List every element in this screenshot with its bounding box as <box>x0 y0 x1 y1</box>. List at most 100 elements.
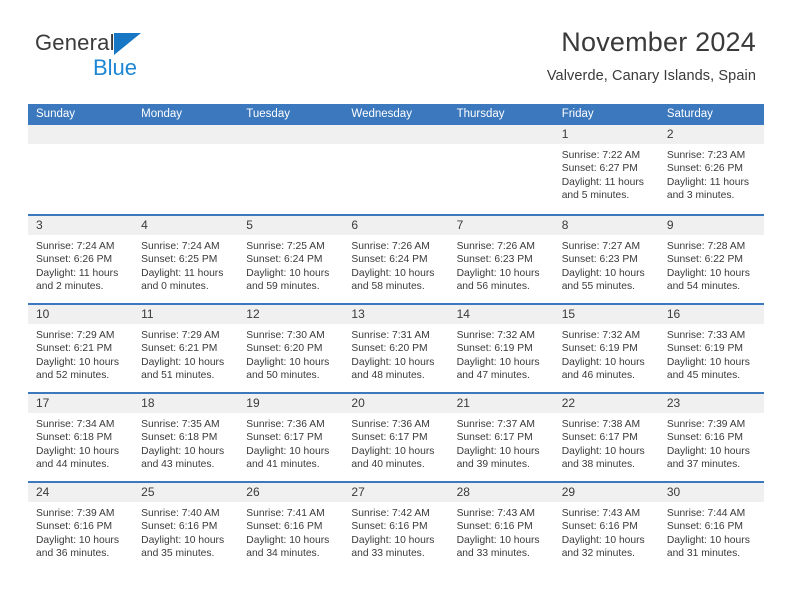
sunset-text: Sunset: 6:20 PM <box>351 343 428 355</box>
daylight-text: Daylight: 10 hours and 47 minutes. <box>456 356 540 382</box>
calendar-week-row: 3 Sunrise: 7:24 AM Sunset: 6:26 PM Daylight… <box>28 214 764 303</box>
calendar-day-cell[interactable]: 22 Sunrise: 7:38 AM Sunset: 6:17 PM Dayligh… <box>553 394 659 481</box>
sunset-text: Sunset: 6:26 PM <box>36 254 113 266</box>
calendar-day-cell[interactable]: 9 Sunrise: 7:28 AM Sunset: 6:22 PM Daylight… <box>658 216 764 303</box>
calendar-day-cell[interactable]: 23 Sunrise: 7:39 AM Sunset: 6:16 PM Dayligh… <box>658 394 764 481</box>
sunrise-text: Sunrise: 7:32 AM <box>456 330 535 341</box>
sunset-text: Sunset: 6:17 PM <box>561 432 638 444</box>
calendar-day-cell[interactable]: 19 Sunrise: 7:36 AM Sunset: 6:17 PM Dayligh… <box>238 394 344 481</box>
day-number: 20 <box>343 394 449 413</box>
day-details: Sunrise: 7:29 AM Sunset: 6:21 PM Daylight:… <box>133 324 238 383</box>
calendar-day-cell[interactable]: 11 Sunrise: 7:29 AM Sunset: 6:21 PM Dayligh… <box>133 305 239 392</box>
sunrise-text: Sunrise: 7:42 AM <box>351 508 430 519</box>
calendar-day-cell-empty <box>28 125 134 214</box>
calendar-day-cell[interactable]: 16 Sunrise: 7:33 AM Sunset: 6:19 PM Dayligh… <box>658 305 764 392</box>
day-number: 19 <box>238 394 344 413</box>
calendar-grid: Sunday Monday Tuesday Wednesday Thursday… <box>28 104 764 570</box>
daylight-text: Daylight: 10 hours and 39 minutes. <box>456 445 540 471</box>
calendar-day-cell[interactable]: 24 Sunrise: 7:39 AM Sunset: 6:16 PM Dayligh… <box>28 483 134 570</box>
calendar-day-cell[interactable]: 3 Sunrise: 7:24 AM Sunset: 6:26 PM Daylight… <box>28 216 134 303</box>
sunrise-text: Sunrise: 7:36 AM <box>246 419 325 430</box>
sunrise-text: Sunrise: 7:24 AM <box>36 241 115 252</box>
day-details: Sunrise: 7:22 AM Sunset: 6:27 PM Daylight:… <box>554 144 659 203</box>
calendar-day-cell[interactable]: 4 Sunrise: 7:24 AM Sunset: 6:25 PM Daylight… <box>133 216 239 303</box>
calendar-day-cell[interactable]: 20 Sunrise: 7:36 AM Sunset: 6:17 PM Dayligh… <box>343 394 449 481</box>
daylight-text: Daylight: 10 hours and 50 minutes. <box>246 356 330 382</box>
calendar-day-cell[interactable]: 30 Sunrise: 7:44 AM Sunset: 6:16 PM Dayligh… <box>658 483 764 570</box>
calendar-week-row: 24 Sunrise: 7:39 AM Sunset: 6:16 PM Dayligh… <box>28 481 764 570</box>
sunrise-text: Sunrise: 7:41 AM <box>246 508 325 519</box>
daylight-text: Daylight: 10 hours and 44 minutes. <box>36 445 119 471</box>
day-details: Sunrise: 7:24 AM Sunset: 6:25 PM Daylight:… <box>133 235 238 294</box>
sunrise-text: Sunrise: 7:26 AM <box>456 241 535 252</box>
weekday-header-friday: Friday <box>561 108 594 120</box>
daylight-text: Daylight: 10 hours and 59 minutes. <box>246 267 330 293</box>
sunrise-text: Sunrise: 7:37 AM <box>456 419 535 430</box>
day-number: 30 <box>658 483 764 502</box>
sunset-text: Sunset: 6:16 PM <box>666 432 743 444</box>
sunset-text: Sunset: 6:18 PM <box>141 432 218 444</box>
weekday-header-monday: Monday <box>141 108 183 120</box>
day-number: 21 <box>448 394 554 413</box>
day-details: Sunrise: 7:37 AM Sunset: 6:17 PM Daylight:… <box>449 413 554 472</box>
daylight-text: Daylight: 10 hours and 56 minutes. <box>456 267 540 293</box>
title-block: November 2024 Valverde, Canary Islands, … <box>547 26 756 84</box>
day-number: 9 <box>658 216 764 235</box>
daylight-text: Daylight: 10 hours and 54 minutes. <box>666 267 750 293</box>
calendar-day-cell[interactable]: 26 Sunrise: 7:41 AM Sunset: 6:16 PM Dayligh… <box>238 483 344 570</box>
sunrise-text: Sunrise: 7:23 AM <box>666 150 746 161</box>
calendar-day-cell[interactable]: 1 Sunrise: 7:22 AM Sunset: 6:27 PM Daylight… <box>553 125 659 214</box>
sunset-text: Sunset: 6:17 PM <box>246 432 323 444</box>
daylight-text: Daylight: 10 hours and 36 minutes. <box>36 534 119 560</box>
day-number: 16 <box>658 305 764 324</box>
day-number <box>343 125 449 144</box>
sunset-text: Sunset: 6:16 PM <box>351 521 428 533</box>
calendar-day-cell[interactable]: 25 Sunrise: 7:40 AM Sunset: 6:16 PM Dayligh… <box>133 483 239 570</box>
sunrise-text: Sunrise: 7:43 AM <box>456 508 535 519</box>
calendar-day-cell[interactable]: 5 Sunrise: 7:25 AM Sunset: 6:24 PM Daylight… <box>238 216 344 303</box>
calendar-day-cell[interactable]: 7 Sunrise: 7:26 AM Sunset: 6:23 PM Daylight… <box>448 216 554 303</box>
calendar-day-cell[interactable]: 14 Sunrise: 7:32 AM Sunset: 6:19 PM Dayligh… <box>448 305 554 392</box>
calendar-day-cell[interactable]: 2 Sunrise: 7:23 AM Sunset: 6:26 PM Daylight… <box>658 125 764 214</box>
day-details: Sunrise: 7:39 AM Sunset: 6:16 PM Daylight:… <box>28 502 133 561</box>
sunrise-text: Sunrise: 7:35 AM <box>141 419 220 430</box>
calendar-day-cell[interactable]: 15 Sunrise: 7:32 AM Sunset: 6:19 PM Dayligh… <box>553 305 659 392</box>
sunset-text: Sunset: 6:19 PM <box>456 343 533 355</box>
sunrise-text: Sunrise: 7:34 AM <box>36 419 115 430</box>
day-details: Sunrise: 7:36 AM Sunset: 6:17 PM Daylight:… <box>238 413 343 472</box>
calendar-day-cell[interactable]: 29 Sunrise: 7:43 AM Sunset: 6:16 PM Dayligh… <box>553 483 659 570</box>
calendar-day-cell[interactable]: 17 Sunrise: 7:34 AM Sunset: 6:18 PM Dayligh… <box>28 394 134 481</box>
calendar-day-cell[interactable]: 8 Sunrise: 7:27 AM Sunset: 6:23 PM Daylight… <box>553 216 659 303</box>
weekday-header-tuesday: Tuesday <box>246 108 290 120</box>
daylight-text: Daylight: 10 hours and 32 minutes. <box>561 534 645 560</box>
calendar-day-cell[interactable]: 18 Sunrise: 7:35 AM Sunset: 6:18 PM Dayligh… <box>133 394 239 481</box>
day-details: Sunrise: 7:26 AM Sunset: 6:24 PM Daylight:… <box>343 235 448 294</box>
generalblue-logo[interactable]: General Blue <box>35 32 235 84</box>
daylight-text: Daylight: 10 hours and 52 minutes. <box>36 356 119 382</box>
calendar-week-row: 10 Sunrise: 7:29 AM Sunset: 6:21 PM Dayligh… <box>28 303 764 392</box>
weekday-header-thursday: Thursday <box>456 108 505 120</box>
sunrise-text: Sunrise: 7:24 AM <box>141 241 220 252</box>
daylight-text: Daylight: 10 hours and 33 minutes. <box>456 534 540 560</box>
calendar-day-cell[interactable]: 12 Sunrise: 7:30 AM Sunset: 6:20 PM Dayligh… <box>238 305 344 392</box>
daylight-text: Daylight: 10 hours and 55 minutes. <box>561 267 645 293</box>
sunset-text: Sunset: 6:22 PM <box>666 254 743 266</box>
calendar-week-row: 1 Sunrise: 7:22 AM Sunset: 6:27 PM Daylight… <box>28 125 764 214</box>
sunset-text: Sunset: 6:24 PM <box>351 254 428 266</box>
calendar-day-cell[interactable]: 13 Sunrise: 7:31 AM Sunset: 6:20 PM Dayligh… <box>343 305 449 392</box>
day-details: Sunrise: 7:27 AM Sunset: 6:23 PM Daylight:… <box>554 235 659 294</box>
calendar-day-cell[interactable]: 6 Sunrise: 7:26 AM Sunset: 6:24 PM Daylight… <box>343 216 449 303</box>
sunset-text: Sunset: 6:19 PM <box>666 343 743 355</box>
calendar-day-cell[interactable]: 27 Sunrise: 7:42 AM Sunset: 6:16 PM Dayligh… <box>343 483 449 570</box>
calendar-day-cell[interactable]: 28 Sunrise: 7:43 AM Sunset: 6:16 PM Dayligh… <box>448 483 554 570</box>
page-header: General Blue November 2024 Valverde, Can… <box>0 0 792 84</box>
calendar-day-cell[interactable]: 10 Sunrise: 7:29 AM Sunset: 6:21 PM Dayligh… <box>28 305 134 392</box>
calendar-day-cell[interactable]: 21 Sunrise: 7:37 AM Sunset: 6:17 PM Dayligh… <box>448 394 554 481</box>
sunrise-text: Sunrise: 7:33 AM <box>666 330 746 341</box>
day-number: 18 <box>133 394 239 413</box>
day-number: 10 <box>28 305 134 324</box>
calendar-day-cell-empty <box>133 125 239 214</box>
daylight-text: Daylight: 10 hours and 48 minutes. <box>351 356 435 382</box>
sunset-text: Sunset: 6:24 PM <box>246 254 323 266</box>
daylight-text: Daylight: 10 hours and 38 minutes. <box>561 445 645 471</box>
